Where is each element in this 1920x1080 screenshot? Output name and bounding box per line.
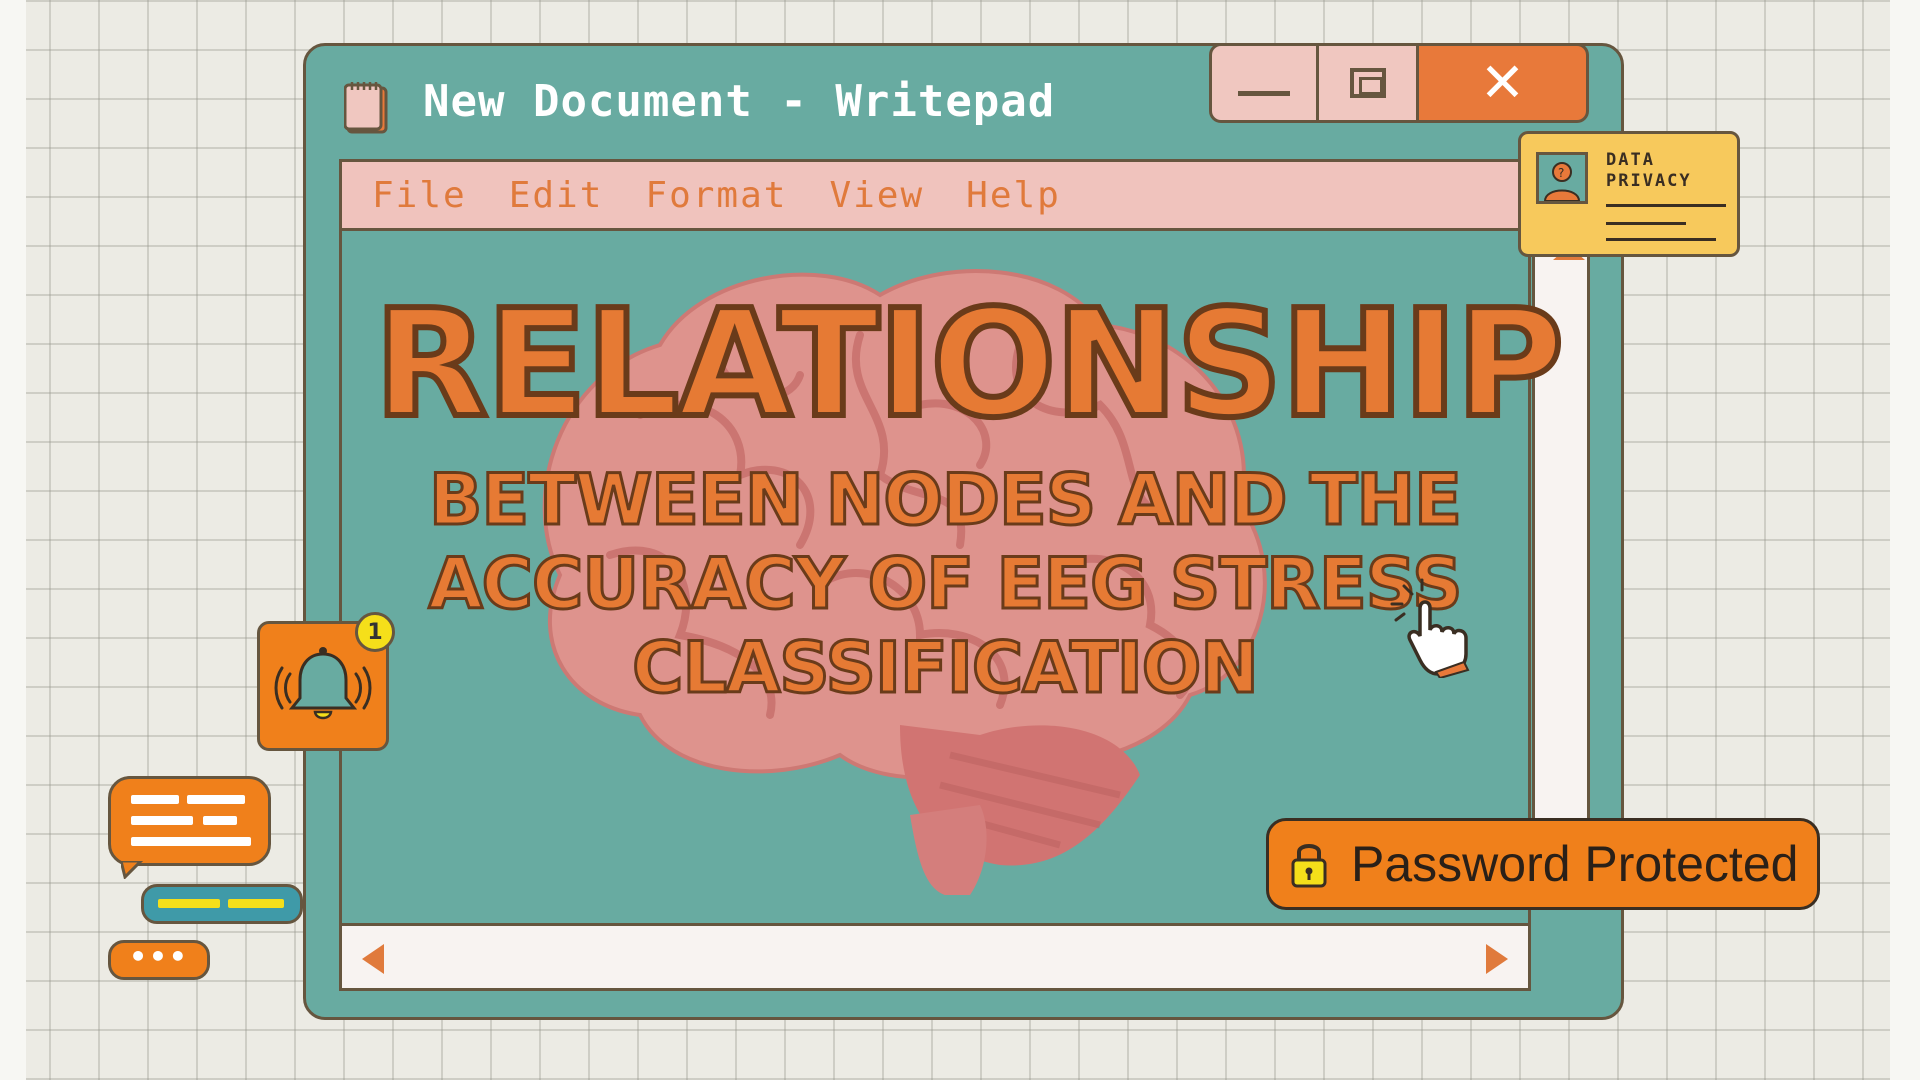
paper-edge-right [1890,0,1920,1080]
chat-tail-icon [121,861,143,879]
scroll-right-arrow-icon[interactable] [1486,944,1508,974]
close-icon: ✕ [1479,51,1526,114]
privacy-card-line [1606,238,1716,241]
chat-typing-bubble: ••• [108,940,210,980]
horizontal-scrollbar[interactable] [339,923,1531,991]
menu-view[interactable]: View [829,175,924,216]
privacy-title-line: PRIVACY [1606,171,1692,191]
minimize-button[interactable] [1209,43,1319,123]
chat-line [228,899,284,908]
privacy-card-line [1606,204,1726,207]
privacy-title-line: DATA [1606,150,1655,170]
svg-text:?: ? [1558,166,1564,180]
subhead-line: BETWEEN NODES AND THE [428,458,1464,543]
password-protected-badge[interactable]: Password Protected [1266,818,1820,910]
menu-format[interactable]: Format [645,175,787,216]
chat-bubble [141,884,303,924]
chat-bubble [108,776,271,879]
minimize-icon [1238,90,1290,96]
chat-line [131,816,193,825]
menu-file[interactable]: File [372,175,467,216]
window-title: New Document - Writepad [423,76,1056,127]
title-bar[interactable]: New Document - Writepad ✕ [306,43,1621,156]
maximize-icon [1349,68,1386,98]
notepad-icon [344,82,388,134]
privacy-card-line [1606,222,1686,225]
window-controls: ✕ [1209,43,1589,127]
chat-line [131,837,251,846]
hand-pointer-cursor-icon [1390,578,1470,678]
document-subheading: BETWEEN NODES AND THE ACCURACY OF EEG ST… [390,458,1500,711]
headline-container: RELATIONSHIP [371,278,1567,450]
menu-edit[interactable]: Edit [509,175,604,216]
notification-badge: 1 [355,612,395,652]
chat-line [158,899,220,908]
data-privacy-card: ? DATA PRIVACY [1518,131,1740,257]
subhead-line: CLASSIFICATION [631,626,1261,711]
close-button[interactable]: ✕ [1419,43,1589,123]
scroll-left-arrow-icon[interactable] [362,944,384,974]
chat-line [187,795,245,804]
lock-icon [1291,844,1327,888]
paper-edge-left [0,0,26,1080]
document-headline: RELATIONSHIP [371,278,1567,450]
subhead-line: ACCURACY OF EEG STRESS [427,542,1464,627]
maximize-button[interactable] [1319,43,1419,123]
chat-line [203,816,237,825]
privacy-card-title: DATA PRIVACY [1606,150,1692,192]
chat-line [131,795,179,804]
password-protected-label: Password Protected [1351,836,1799,892]
menu-bar: File Edit Format View Help [339,159,1569,231]
menu-help[interactable]: Help [966,175,1061,216]
user-id-photo-icon: ? [1536,152,1588,204]
